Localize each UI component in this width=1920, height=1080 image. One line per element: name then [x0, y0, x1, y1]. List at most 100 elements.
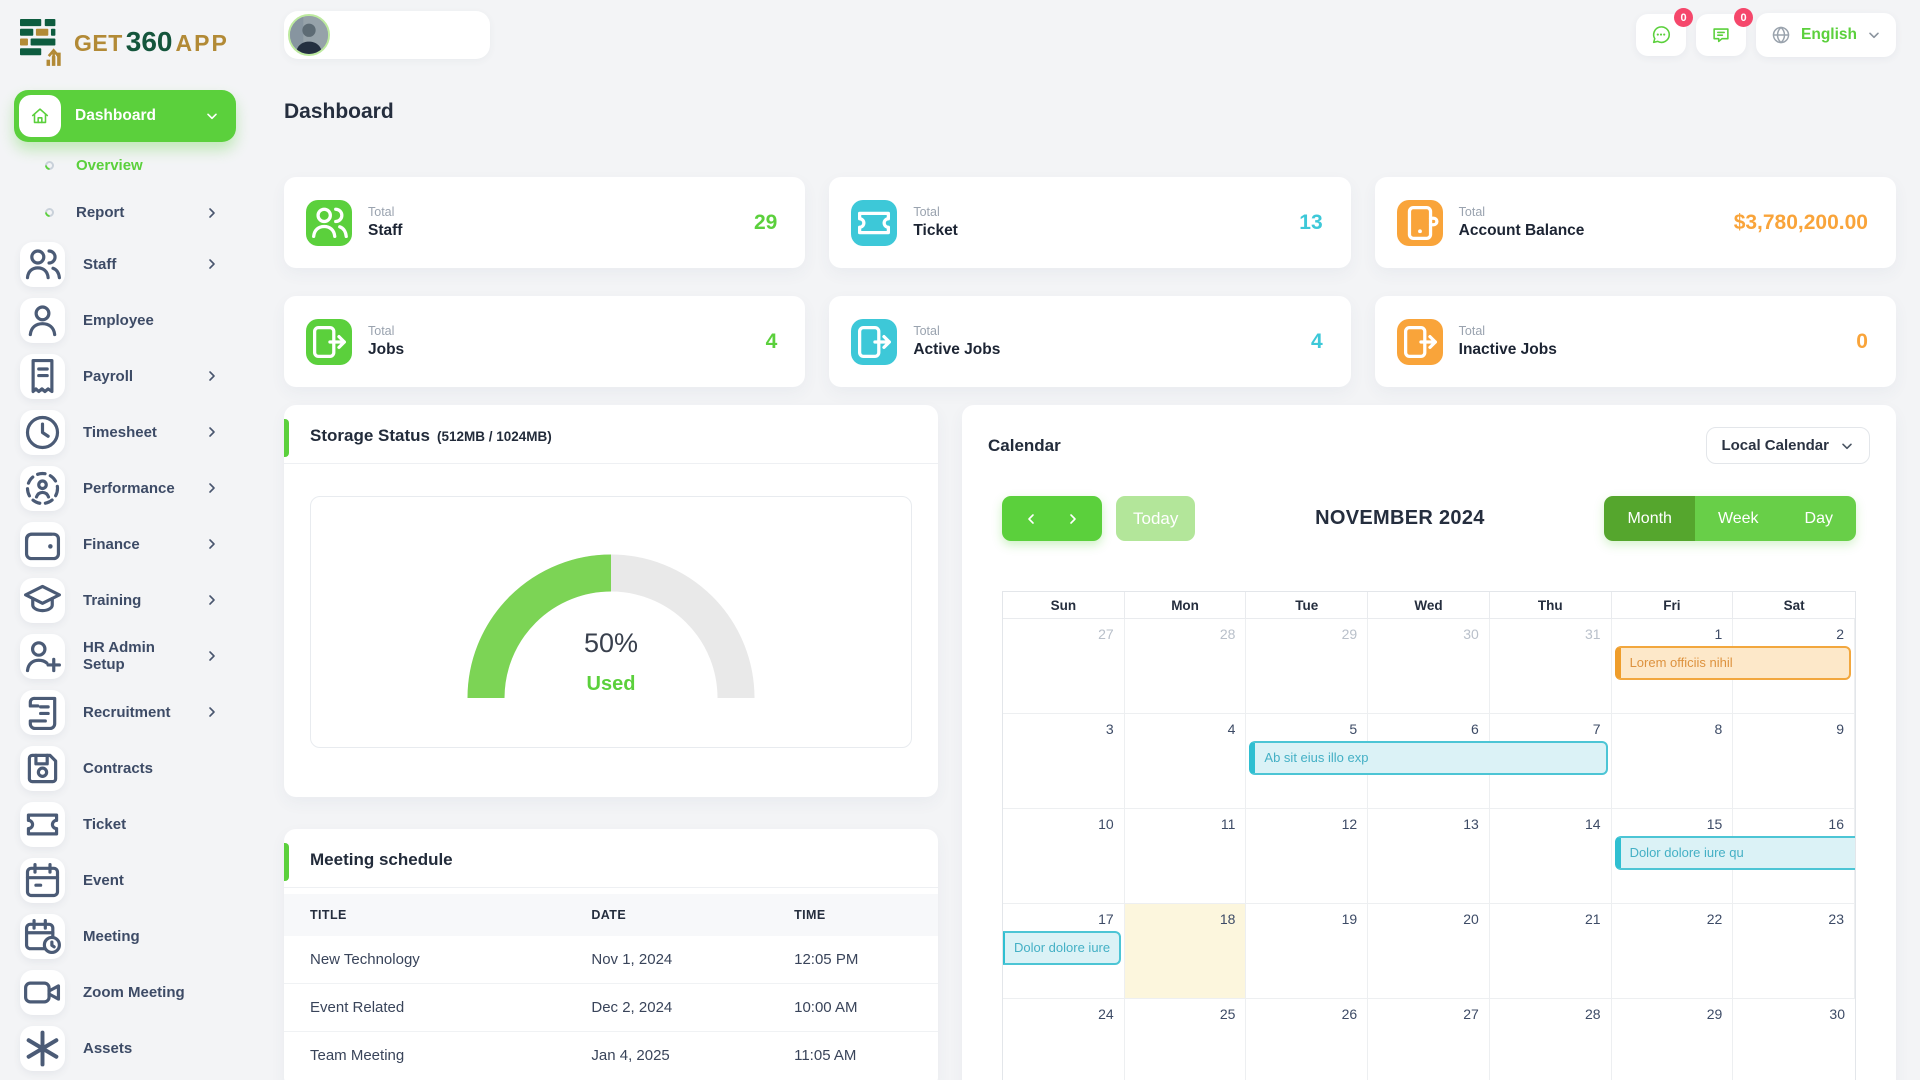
weekday-wed: Wed [1368, 592, 1490, 619]
calendar-day-14[interactable]: 14 [1490, 809, 1612, 904]
sidebar-item-payroll[interactable]: Payroll [14, 348, 236, 404]
sidebar-item-recruitment[interactable]: Recruitment [14, 684, 236, 740]
calendar-day-19[interactable]: 19 [1246, 904, 1368, 999]
job-export-icon [1397, 319, 1443, 365]
ticket-icon [851, 200, 897, 246]
language-selector[interactable]: English [1756, 13, 1896, 57]
calendar-day-30[interactable]: 30 [1733, 999, 1855, 1080]
stat-value: 0 [1856, 330, 1868, 354]
sidebar-item-performance[interactable]: Performance [14, 460, 236, 516]
calendar-day-26[interactable]: 26 [1246, 999, 1368, 1080]
bullet-icon [43, 206, 56, 219]
calendar-day-24[interactable]: 24 [1003, 999, 1125, 1080]
calendar-title: Calendar [988, 436, 1061, 456]
sidebar-item-label: Event [83, 872, 124, 889]
scroll-icon [20, 690, 65, 735]
receipt-icon [20, 354, 65, 399]
calendar-day-28[interactable]: 28 [1490, 999, 1612, 1080]
chevron-right-icon [204, 592, 220, 608]
calendar-day-30[interactable]: 30 [1368, 619, 1490, 714]
calendar-day-3[interactable]: 3 [1003, 714, 1125, 809]
meeting-row[interactable]: Team MeetingJan 4, 202511:05 AM [284, 1032, 938, 1080]
calendar-day-31[interactable]: 31 [1490, 619, 1612, 714]
feedback-button[interactable]: 0 [1696, 14, 1746, 56]
chat-button[interactable]: 0 [1636, 14, 1686, 56]
user-plus-icon [20, 634, 65, 679]
meeting-date: Nov 1, 2024 [591, 936, 794, 984]
gauge-percent: 50% [584, 628, 638, 658]
calendar-day-4[interactable]: 4 [1125, 714, 1247, 809]
calendar-day-23[interactable]: 23 [1733, 904, 1855, 999]
view-day-button[interactable]: Day [1782, 496, 1856, 541]
storage-card: Storage Status (512MB / 1024MB) 50% Used [284, 405, 938, 797]
calendar-day-27[interactable]: 27 [1368, 999, 1490, 1080]
calendar-event[interactable]: Ab sit eius illo exp [1249, 741, 1607, 775]
calendar-day-28[interactable]: 28 [1125, 619, 1247, 714]
calendar-day-13[interactable]: 13 [1368, 809, 1490, 904]
calendar-card: Calendar Local Calendar Today NOVEMBER 2… [962, 405, 1896, 1080]
stat-prefix: Total [913, 324, 1000, 338]
calendar-day-12[interactable]: 12 [1246, 809, 1368, 904]
profile-card[interactable] [284, 11, 490, 59]
sidebar-item-training[interactable]: Training [14, 572, 236, 628]
sidebar-item-employee[interactable]: Employee [14, 292, 236, 348]
sidebar-item-hr-admin-setup[interactable]: HR Admin Setup [14, 628, 236, 684]
meeting-row[interactable]: Event RelatedDec 2, 202410:00 AM [284, 984, 938, 1032]
calendar-event[interactable]: Dolor dolore iure [1003, 931, 1121, 965]
prev-month-button[interactable] [1019, 507, 1043, 531]
sidebar-item-overview[interactable]: Overview [14, 142, 236, 189]
sidebar-item-meeting[interactable]: Meeting [14, 908, 236, 964]
calendar-event[interactable]: Lorem officiis nihil [1615, 646, 1851, 680]
sidebar-item-event[interactable]: Event [14, 852, 236, 908]
next-month-button[interactable] [1061, 507, 1085, 531]
sidebar-item-label: Dashboard [75, 107, 190, 125]
calendar-day-9[interactable]: 9 [1733, 714, 1855, 809]
stat-card-inactive-jobs: TotalInactive Jobs0 [1375, 296, 1896, 387]
calendar-icon [20, 858, 65, 903]
meeting-row[interactable]: New TechnologyNov 1, 202412:05 PM [284, 936, 938, 984]
logo-text: GET360APP [74, 26, 229, 58]
calendar-day-27[interactable]: 27 [1003, 619, 1125, 714]
sidebar-item-ticket[interactable]: Ticket [14, 796, 236, 852]
stat-label: Account Balance [1459, 222, 1585, 240]
language-label: English [1801, 26, 1857, 44]
sidebar-item-dashboard[interactable]: Dashboard [14, 90, 236, 142]
calendar-clock-icon [20, 914, 65, 959]
sidebar-item-timesheet[interactable]: Timesheet [14, 404, 236, 460]
asterisk-icon [20, 1026, 65, 1071]
chevron-right-icon [204, 480, 220, 496]
calendar-day-21[interactable]: 21 [1490, 904, 1612, 999]
sidebar-item-zoom-meeting[interactable]: Zoom Meeting [14, 964, 236, 1020]
calendar-day-29[interactable]: 29 [1246, 619, 1368, 714]
chat-dots-icon [1650, 24, 1672, 46]
meeting-title: Team Meeting [284, 1032, 591, 1080]
calendar-day-10[interactable]: 10 [1003, 809, 1125, 904]
stat-card-active-jobs: TotalActive Jobs4 [829, 296, 1350, 387]
calendar-day-29[interactable]: 29 [1612, 999, 1734, 1080]
sidebar-item-assets[interactable]: Assets [14, 1020, 236, 1076]
save-icon [20, 746, 65, 791]
sidebar-item-contracts[interactable]: Contracts [14, 740, 236, 796]
sidebar-item-finance[interactable]: Finance [14, 516, 236, 572]
calendar-day-11[interactable]: 11 [1125, 809, 1247, 904]
sidebar-item-label: Contracts [83, 760, 153, 777]
calendar-day-8[interactable]: 8 [1612, 714, 1734, 809]
sidebar-item-staff[interactable]: Staff [14, 236, 236, 292]
calendar-day-18[interactable]: 18 [1125, 904, 1247, 999]
view-week-button[interactable]: Week [1695, 496, 1782, 541]
calendar-event[interactable]: Dolor dolore iure qu [1615, 836, 1855, 870]
sidebar-item-report[interactable]: Report [14, 189, 236, 236]
sidebar-item-label: Overview [76, 157, 143, 174]
topbar-actions: 0 0 English [1636, 13, 1896, 57]
calendar-day-20[interactable]: 20 [1368, 904, 1490, 999]
calendar-day-25[interactable]: 25 [1125, 999, 1247, 1080]
meeting-time: 12:05 PM [794, 936, 938, 984]
accent-bar [284, 419, 289, 457]
page-title: Dashboard [284, 100, 1896, 124]
chevron-right-icon [204, 205, 220, 221]
calendar-source-select[interactable]: Local Calendar [1706, 427, 1870, 464]
calendar-day-22[interactable]: 22 [1612, 904, 1734, 999]
sidebar: GET360APP Dashboard Overview ReportStaffEm… [0, 0, 250, 1080]
today-button[interactable]: Today [1116, 496, 1195, 541]
view-month-button[interactable]: Month [1604, 496, 1694, 541]
